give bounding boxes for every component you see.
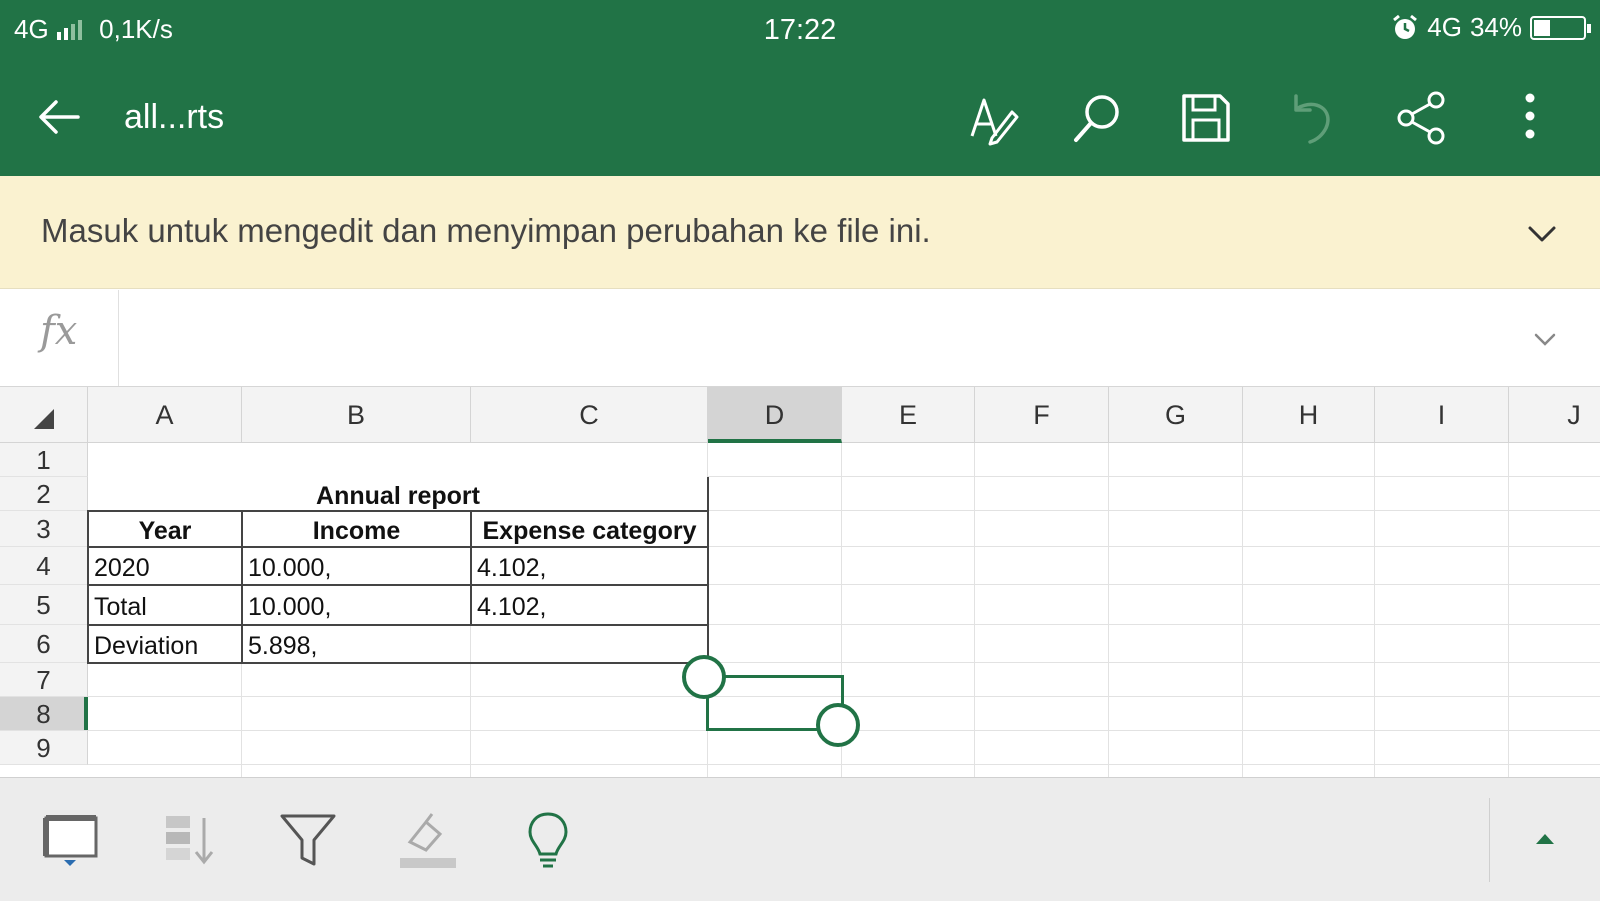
table-cell[interactable]: Total xyxy=(88,585,242,625)
table-border xyxy=(88,584,709,586)
toolbar-divider xyxy=(1489,798,1490,882)
column-header-c[interactable]: C xyxy=(471,387,708,443)
table-border xyxy=(88,510,709,512)
freeze-panes-icon[interactable] xyxy=(40,808,104,872)
gridline-horizontal xyxy=(88,764,1600,765)
table-cell[interactable]: 5.898, xyxy=(242,625,708,663)
column-header-e[interactable]: E xyxy=(842,387,975,443)
status-bar: 4G 0,1K/s 17:22 4G 34% xyxy=(0,0,1600,64)
status-right: 4G 34% xyxy=(1391,12,1591,43)
column-header-f[interactable]: F xyxy=(975,387,1109,443)
table-cell[interactable]: 4.102, xyxy=(471,547,708,585)
spreadsheet-grid[interactable]: A B C D E F G H I J 1 2 3 4 5 6 7 8 9 Annual report Year Inco… xyxy=(0,387,1600,777)
column-header-h[interactable]: H xyxy=(1243,387,1375,443)
cell-header[interactable]: Year xyxy=(88,511,242,547)
row-header-1[interactable]: 1 xyxy=(0,443,88,477)
table-border xyxy=(88,624,709,626)
table-border xyxy=(470,510,472,625)
table-border xyxy=(707,477,709,664)
column-header-a[interactable]: A xyxy=(88,387,242,443)
selection-handle-end[interactable] xyxy=(816,703,860,747)
table-border xyxy=(87,510,89,664)
row-header-4[interactable]: 4 xyxy=(0,547,88,585)
battery-icon xyxy=(1530,15,1591,40)
lightbulb-icon[interactable] xyxy=(516,808,580,872)
table-cell[interactable]: 2020 xyxy=(88,547,242,585)
column-header-d[interactable]: D xyxy=(708,387,842,443)
battery-percent: 34% xyxy=(1469,12,1522,42)
column-header-b[interactable]: B xyxy=(242,387,471,443)
battery-fill xyxy=(1534,19,1550,36)
gridline-vertical xyxy=(1108,443,1109,777)
clock: 17:22 xyxy=(763,14,837,46)
more-icon[interactable] xyxy=(1500,88,1560,148)
table-cell[interactable]: 4.102, xyxy=(471,585,708,625)
draw-pen-icon[interactable] xyxy=(962,88,1022,148)
table-border xyxy=(241,510,243,664)
column-header-i[interactable]: I xyxy=(1375,387,1509,443)
formula-bar: fx xyxy=(0,290,1600,387)
selection-handle-start[interactable] xyxy=(682,655,726,699)
cell-header[interactable]: Expense category xyxy=(471,511,708,547)
row-header-6[interactable]: 6 xyxy=(0,625,88,663)
search-icon[interactable] xyxy=(1068,88,1128,148)
row-header-3[interactable]: 3 xyxy=(0,511,88,547)
row-header-9[interactable]: 9 xyxy=(0,731,88,765)
gridline-vertical xyxy=(1374,443,1375,777)
row-header-2[interactable]: 2 xyxy=(0,477,88,511)
table-cell[interactable]: Deviation xyxy=(88,625,242,663)
expand-up-icon[interactable] xyxy=(1530,824,1560,854)
sort-icon[interactable] xyxy=(158,808,222,872)
table-border xyxy=(88,662,709,664)
alarm-icon xyxy=(1391,14,1419,42)
gridline-vertical xyxy=(974,443,975,777)
table-border xyxy=(88,546,709,548)
back-arrow-icon[interactable] xyxy=(32,90,86,144)
undo-icon[interactable] xyxy=(1282,88,1342,148)
share-icon[interactable] xyxy=(1392,88,1452,148)
network-type: 4G xyxy=(1427,12,1462,42)
fx-label: fx xyxy=(40,308,78,354)
column-header-g[interactable]: G xyxy=(1109,387,1243,443)
cell-header[interactable]: Income xyxy=(242,511,471,547)
formula-expand-chevron-icon[interactable] xyxy=(1530,324,1560,354)
banner-message: Masuk untuk mengedit dan menyimpan perub… xyxy=(41,212,931,249)
row-header-7[interactable]: 7 xyxy=(0,663,88,697)
cell-title-annual-report[interactable]: Annual report xyxy=(88,477,708,511)
filter-icon[interactable] xyxy=(276,808,340,872)
fx-box[interactable]: fx xyxy=(0,290,119,386)
select-all-corner[interactable] xyxy=(0,387,88,443)
row-header-8[interactable]: 8 xyxy=(0,697,88,731)
app-bar: all...rts xyxy=(0,64,1600,176)
gridline-vertical xyxy=(1508,443,1509,777)
table-cell[interactable]: 10.000, xyxy=(242,547,471,585)
clear-format-icon[interactable] xyxy=(396,808,460,872)
table-cell[interactable]: 10.000, xyxy=(242,585,471,625)
save-icon[interactable] xyxy=(1176,88,1236,148)
formula-input[interactable] xyxy=(130,318,1510,358)
document-title[interactable]: all...rts xyxy=(124,98,224,137)
gridline-vertical xyxy=(1242,443,1243,777)
bottom-toolbar xyxy=(0,777,1600,901)
row-header-5[interactable]: 5 xyxy=(0,585,88,625)
gridline-horizontal xyxy=(88,696,1600,697)
sign-in-banner[interactable]: Masuk untuk mengedit dan menyimpan perub… xyxy=(0,176,1600,289)
chevron-down-icon[interactable] xyxy=(1524,216,1560,252)
column-header-j[interactable]: J xyxy=(1509,387,1600,443)
